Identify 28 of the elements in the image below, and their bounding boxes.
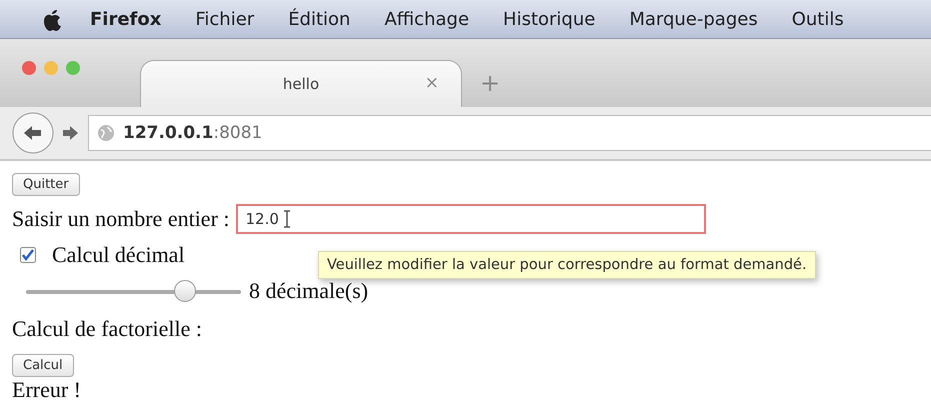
validation-tooltip: Veuillez modifier la valeur pour correspondre au format demandé.: [318, 251, 816, 279]
url-port: :8081: [213, 123, 262, 143]
menu-item[interactable]: Édition: [288, 8, 350, 30]
menu-item[interactable]: Affichage: [384, 8, 470, 30]
menu-item[interactable]: Firefox: [90, 8, 162, 30]
menu-item[interactable]: Historique: [503, 8, 596, 30]
result-text: Erreur !: [12, 377, 82, 403]
browser-tab[interactable]: hello ×: [140, 60, 462, 107]
quit-button[interactable]: Quitter: [12, 173, 80, 196]
url-host: 127.0.0.1: [123, 123, 214, 143]
window-control-icon[interactable]: [66, 61, 80, 75]
number-label: Saisir un nombre entier :: [12, 206, 230, 232]
menu-item[interactable]: Outils: [792, 8, 844, 30]
menu-item[interactable]: Marque-pages: [629, 8, 758, 30]
calc-button[interactable]: Calcul: [12, 354, 74, 377]
checkbox[interactable]: [20, 247, 36, 263]
factorial-label: Calcul de factorielle :: [12, 316, 202, 342]
address-bar[interactable]: 127.0.0.1:8081: [88, 115, 931, 151]
menu-item[interactable]: Fichier: [195, 8, 254, 30]
decimals-slider[interactable]: [26, 280, 241, 304]
number-input-field[interactable]: 12.0: [236, 204, 706, 234]
globe-icon: [97, 124, 115, 142]
window-control-icon[interactable]: [22, 61, 36, 75]
slider-thumb[interactable]: [174, 280, 196, 302]
checkbox-label: Calcul décimal: [52, 242, 185, 268]
slider-reading: 8 décimale(s): [249, 278, 368, 304]
text-cursor-icon: [282, 210, 291, 228]
back-button[interactable]: [12, 112, 54, 154]
